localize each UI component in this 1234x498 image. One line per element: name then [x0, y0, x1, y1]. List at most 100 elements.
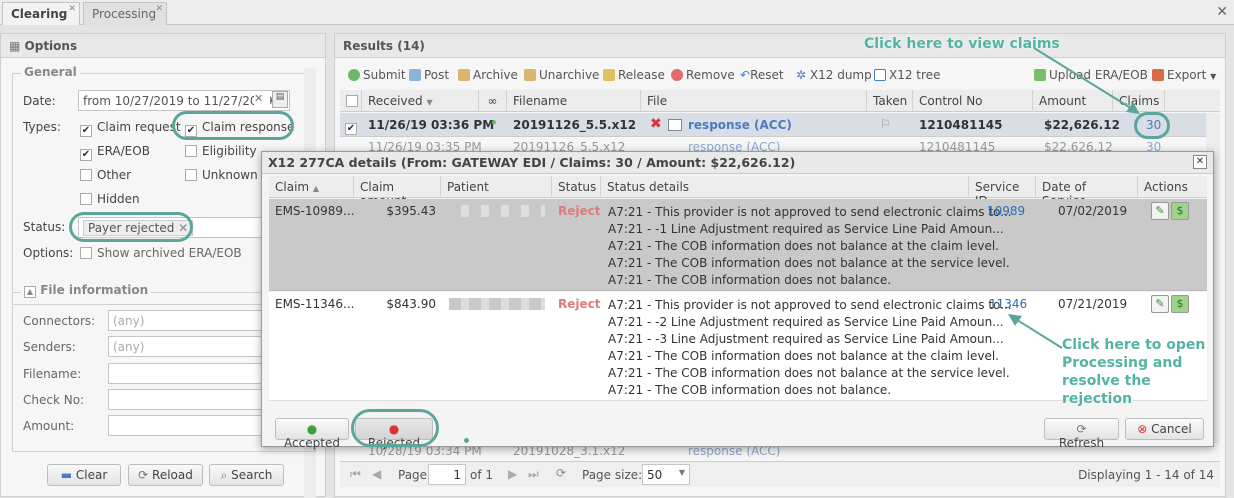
close-icon[interactable]: ✕ [68, 4, 76, 14]
type-eligibility[interactable]: Eligibility [185, 144, 257, 158]
date-value: from 10/27/2019 to 11/27/2019 [83, 94, 273, 108]
checkbox-icon[interactable] [80, 169, 92, 181]
search-button[interactable]: ⌕ Search [209, 464, 284, 486]
col-link[interactable]: ∞ [479, 90, 507, 112]
col-received-label: Received [368, 94, 423, 108]
table-row[interactable]: EMS-10989... $395.43 Reject A7:21 - This… [269, 199, 1207, 291]
checkbox-icon[interactable] [185, 145, 197, 157]
col-status-details[interactable]: Status details [601, 176, 969, 198]
checkbox-icon[interactable] [346, 95, 358, 107]
unarchive-button[interactable]: Unarchive [524, 68, 599, 84]
archive-button[interactable]: Archive [458, 68, 518, 84]
type-other[interactable]: Other [80, 168, 131, 182]
tab-processing[interactable]: Processing ✕ [83, 2, 167, 25]
highlight-rejected [351, 409, 439, 447]
col-service-id[interactable]: Service ID [969, 176, 1036, 208]
col-patient[interactable]: Patient [441, 176, 552, 198]
refresh-icon[interactable]: ⟳ [556, 466, 566, 480]
cancel-button[interactable]: ⊗ Cancel [1125, 418, 1204, 440]
close-window-icon[interactable]: ✕ [1216, 4, 1228, 20]
close-icon[interactable]: ✕ [1193, 155, 1207, 169]
type-unknown[interactable]: Unknown [185, 168, 258, 182]
page-value: 1 [453, 468, 461, 482]
file-info-title[interactable]: ▲ File information [21, 283, 152, 298]
prev-page-icon[interactable]: ◀ [372, 467, 381, 481]
checkbox-icon[interactable] [185, 169, 197, 181]
col-dos[interactable]: Date of Service [1036, 176, 1138, 208]
col-filename[interactable]: Filename [507, 90, 641, 112]
collapse-icon[interactable]: ▲ [24, 286, 36, 298]
claim-amount-cell: $843.90 [386, 297, 436, 311]
col-received[interactable]: Received ▼ [362, 90, 479, 112]
next-page-icon[interactable]: ▶ [508, 467, 517, 481]
checkbox-checked-icon[interactable]: ✔ [345, 123, 357, 135]
post-label: Post [424, 68, 450, 82]
calendar-icon[interactable]: ▤ [272, 91, 288, 108]
type-claim-request[interactable]: ✔ Claim request [80, 120, 181, 137]
pager: ⏮ ◀ Page 1 of 1 ▶ ⏭ ⟳ Page size: 50 ▼ Dis… [340, 461, 1220, 487]
show-archived-option[interactable]: Show archived ERA/EOB [80, 246, 242, 260]
col-status[interactable]: Status [552, 176, 601, 198]
types-label: Types: [23, 120, 61, 134]
control-cell: 1210481145 [919, 118, 1003, 132]
status-label: Status: [23, 220, 66, 234]
highlight-claim-response [172, 111, 294, 140]
remove-button[interactable]: Remove [671, 68, 735, 84]
col-control[interactable]: Control No [913, 90, 1033, 112]
reset-button[interactable]: ↶Reset [740, 68, 784, 84]
x12-tree-button[interactable]: X12 tree [874, 68, 940, 84]
row-actions: ✎ $ [1149, 202, 1189, 220]
release-button[interactable]: Release [603, 68, 665, 84]
col-claim[interactable]: Claim ▲ [269, 176, 354, 198]
service-id-link[interactable]: 10989 [987, 204, 1025, 218]
status-details-cell: A7:21 - This provider is not approved to… [608, 204, 1012, 289]
money-icon[interactable]: $ [1171, 295, 1189, 313]
table-row[interactable]: 11/26/19 03:35 PM 20191126_5.5.x12 respo… [340, 138, 1206, 152]
lock-icon [603, 69, 615, 81]
select-all-checkbox[interactable] [340, 90, 362, 112]
service-id-link[interactable]: 11346 [989, 297, 1027, 311]
col-actions[interactable]: Actions [1138, 176, 1207, 198]
money-icon[interactable]: $ [1171, 202, 1189, 220]
col-file[interactable]: File [641, 90, 867, 112]
show-archived-label: Show archived ERA/EOB [97, 246, 242, 260]
checkbox-icon[interactable] [80, 193, 92, 205]
sort-asc-icon: ▲ [312, 184, 320, 193]
export-button[interactable]: Export ▼ [1152, 68, 1216, 84]
date-label: Date: [23, 94, 56, 108]
refresh-button[interactable]: ⟳ Refresh [1044, 418, 1119, 450]
edit-icon[interactable]: ✎ [1151, 295, 1169, 313]
first-page-icon[interactable]: ⏮ [350, 467, 361, 482]
options-header: ▦ Options [1, 34, 325, 58]
x12-dump-button[interactable]: ✲ X12 dump [796, 68, 872, 84]
file-link[interactable]: response (ACC) [688, 118, 792, 132]
post-button[interactable]: Post [409, 68, 449, 84]
last-page-icon[interactable]: ⏭ [528, 467, 539, 482]
arrow-icon [1008, 314, 1063, 349]
col-link-label: ∞ [487, 94, 498, 108]
flag-icon[interactable]: ⚐ [880, 117, 891, 131]
close-icon[interactable]: ✕ [155, 4, 163, 14]
tab-clearing[interactable]: Clearing ✕ [2, 2, 80, 25]
reload-button[interactable]: ⟳ Reload [128, 464, 203, 486]
checkbox-icon[interactable] [80, 247, 92, 259]
clear-button[interactable]: ▬ Clear [47, 464, 121, 486]
type-hidden[interactable]: Hidden [80, 192, 140, 206]
page-size-select[interactable]: 50 ▼ [642, 464, 690, 485]
submit-label: Submit [363, 68, 406, 82]
col-taken[interactable]: Taken [867, 90, 913, 112]
checkbox-checked-icon[interactable]: ✔ [80, 149, 92, 161]
x12-file-icon [668, 119, 682, 131]
accepted-filter-button[interactable]: ● Accepted [275, 418, 349, 450]
file-link[interactable]: response (ACC) [688, 446, 780, 458]
edit-icon[interactable]: ✎ [1151, 202, 1169, 220]
submit-button[interactable]: Submit [348, 68, 406, 84]
checkbox-checked-icon[interactable]: ✔ [80, 125, 92, 137]
col-claim-amount[interactable]: Claim amount [354, 176, 441, 208]
export-icon [1152, 69, 1164, 81]
status-dot-icon: • [490, 116, 498, 130]
results-title: Results (14) [343, 39, 425, 53]
type-era-eob[interactable]: ✔ ERA/EOB [80, 144, 150, 161]
clear-date-icon[interactable]: ✕ [254, 92, 270, 105]
page-input[interactable]: 1 [428, 464, 466, 485]
